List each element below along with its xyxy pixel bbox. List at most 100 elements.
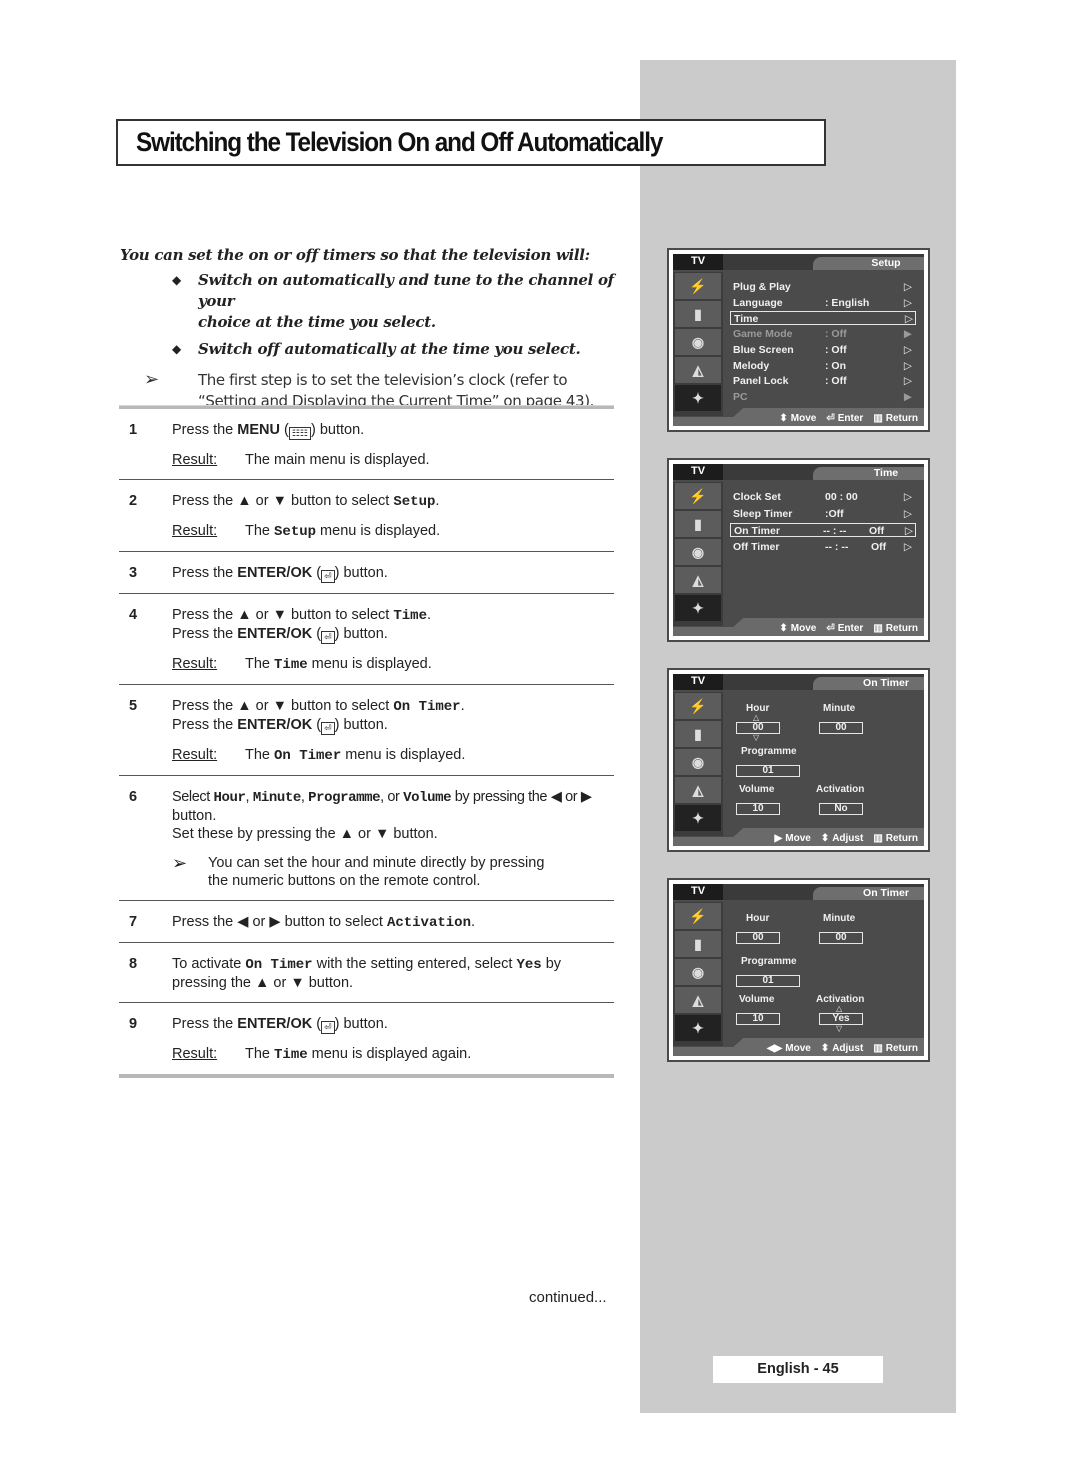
setup-icon: ✦: [675, 385, 721, 411]
step-number: 6: [129, 789, 138, 805]
result-label: Result:: [172, 523, 218, 539]
step-2: 2 Press the ▲ or ▼ button to select Setu…: [119, 480, 614, 552]
activation-label: Activation: [816, 784, 865, 795]
osd-sidebar: ⚡ ▮ ◉ ◭ ✦: [673, 692, 723, 836]
menu-return-icon: ▥: [873, 833, 883, 844]
osd-item-status: Off: [871, 541, 887, 554]
osd-menu-item[interactable]: Panel Lock: Off ▷: [733, 374, 914, 388]
outline-right-arrow-icon: ▷: [903, 541, 912, 554]
osd-menu-item[interactable]: Sleep Timer:Off ▷: [733, 507, 914, 521]
osd-footer: ⬍ Move ⏎ Enter ▥ Return: [779, 623, 918, 634]
osd-menu-item[interactable]: On Timer -- : -- Off ▷: [730, 523, 916, 538]
outline-right-arrow-icon: ▷: [903, 281, 912, 293]
input-icon: ⚡: [675, 273, 721, 299]
osd-item-value: : English: [825, 296, 870, 309]
step-number: 1: [129, 422, 138, 438]
osd-menu-item[interactable]: Blue Screen: Off ▷: [733, 343, 914, 357]
steps-list: 1 Press the MENU (☷☷) button. Result: The…: [119, 405, 614, 1078]
input-icon: ⚡: [675, 903, 721, 929]
activation-field[interactable]: No: [819, 803, 863, 815]
outline-right-arrow-icon: ▷: [904, 525, 913, 538]
step-9: 9 Press the ENTER/OK (⏎) button. Result:…: [119, 1003, 614, 1078]
programme-label: Programme: [741, 746, 797, 757]
osd-item-label: Blue Screen: [733, 343, 794, 356]
sound-icon: ◉: [675, 959, 721, 985]
left-right-arrow-icon: ◀▶: [766, 1043, 783, 1054]
volume-field[interactable]: 10: [736, 803, 780, 815]
up-arrow-icon: ▲: [237, 607, 252, 623]
menu-return-icon: ▥: [873, 623, 883, 634]
step-5: 5 Press the ▲ or ▼ button to select On T…: [119, 685, 614, 776]
result-label: Result:: [172, 452, 218, 468]
osd-item-label: Melody: [733, 359, 770, 372]
picture-icon: ▮: [675, 931, 721, 957]
osd-title: On Timer: [813, 677, 924, 690]
osd-item-label: PC: [733, 390, 748, 403]
tv-label: TV: [673, 674, 723, 690]
minute-field[interactable]: 00: [819, 932, 863, 944]
osd-item-value: -- : --: [825, 541, 849, 554]
osd-item-label: On Timer: [734, 525, 780, 538]
up-down-icon: ⬍: [779, 623, 788, 634]
up-caret-icon: △: [753, 713, 760, 722]
programme-field[interactable]: 01: [736, 975, 800, 987]
down-caret-icon: ▽: [836, 1024, 843, 1033]
enter-button-icon: ⏎: [321, 570, 335, 583]
picture-icon: ▮: [675, 301, 721, 327]
osd-item-status: Off: [869, 525, 885, 538]
left-arrow-icon: ◀: [237, 914, 249, 930]
osd-footer: ▶ Move ⬍ Adjust ▥ Return: [774, 833, 918, 844]
osd-item-label: Sleep Timer: [733, 507, 793, 520]
osd-menu-item[interactable]: Clock Set 00 : 00 ▷: [733, 490, 914, 504]
down-arrow-icon: ▼: [272, 698, 287, 714]
minute-field[interactable]: 00: [819, 722, 863, 734]
osd-on-timer-screenshot-2: TV On Timer ⚡ ▮ ◉ ◭ ✦ Hour 00 Minute 00 …: [667, 878, 930, 1062]
right-arrow-icon: ▶: [774, 833, 783, 844]
osd-item-label: Panel Lock: [733, 375, 789, 388]
up-arrow-icon: ▲: [237, 493, 252, 509]
step-8: 8 To activate On Timer with the setting …: [119, 943, 614, 1003]
osd-title: Setup: [813, 257, 924, 270]
tv-label: TV: [673, 884, 723, 900]
osd-sidebar: ⚡ ▮ ◉ ◭ ✦: [673, 902, 723, 1046]
setup-icon: ✦: [675, 805, 721, 831]
sound-icon: ◉: [675, 329, 721, 355]
filled-right-arrow-icon: ▶: [903, 390, 912, 403]
osd-item-label: Clock Set: [733, 491, 781, 503]
up-arrow-icon: ▲: [339, 826, 355, 842]
page-title: Switching the Television On and Off Auto…: [136, 127, 663, 157]
picture-icon: ▮: [675, 721, 721, 747]
continued-label: continued...: [529, 1289, 607, 1306]
hour-field[interactable]: 00: [736, 932, 780, 944]
step-number: 2: [129, 493, 138, 509]
osd-footer: ⬍ Move ⏎ Enter ▥ Return: [779, 413, 918, 424]
up-down-icon: ⬍: [779, 413, 788, 424]
osd-menu-item[interactable]: PC ▶: [733, 390, 914, 404]
osd-menu-item[interactable]: Game Mode: Off ▶: [733, 327, 914, 341]
osd-setup-screenshot: TV Setup ⚡ ▮ ◉ ◭ ✦ Plug & Play ▷ Language:…: [667, 248, 930, 432]
osd-menu-item[interactable]: Time ▷: [730, 311, 916, 326]
osd-menu-item[interactable]: Off Timer -- : -- Off ▷: [733, 540, 914, 554]
up-arrow-icon: ▲: [237, 698, 252, 714]
right-arrow-icon: ▶: [269, 914, 281, 930]
osd-menu-item[interactable]: Plug & Play ▷: [733, 280, 914, 294]
osd-item-value: : Off: [825, 375, 847, 388]
osd-sidebar: ⚡ ▮ ◉ ◭ ✦: [673, 272, 723, 416]
result-label: Result:: [172, 1046, 218, 1062]
osd-menu-item[interactable]: Language: English ▷: [733, 296, 914, 310]
step-number: 7: [129, 914, 138, 930]
right-arrow-icon: ▶: [580, 789, 592, 805]
volume-label: Volume: [739, 994, 775, 1005]
picture-icon: ▮: [675, 511, 721, 537]
outline-right-arrow-icon: ▷: [903, 507, 912, 520]
filled-right-arrow-icon: ▶: [903, 328, 912, 341]
volume-field[interactable]: 10: [736, 1013, 780, 1025]
up-arrow-icon: ▲: [255, 975, 270, 991]
step-1: 1 Press the MENU (☷☷) button. Result: The…: [119, 409, 614, 480]
page-number: English - 45: [713, 1356, 883, 1383]
osd-menu-item[interactable]: Melody: On ▷: [733, 359, 914, 373]
up-down-icon: ⬍: [820, 1043, 830, 1054]
programme-field[interactable]: 01: [736, 765, 800, 777]
down-arrow-icon: ▼: [272, 607, 287, 623]
step-number: 9: [129, 1016, 138, 1032]
